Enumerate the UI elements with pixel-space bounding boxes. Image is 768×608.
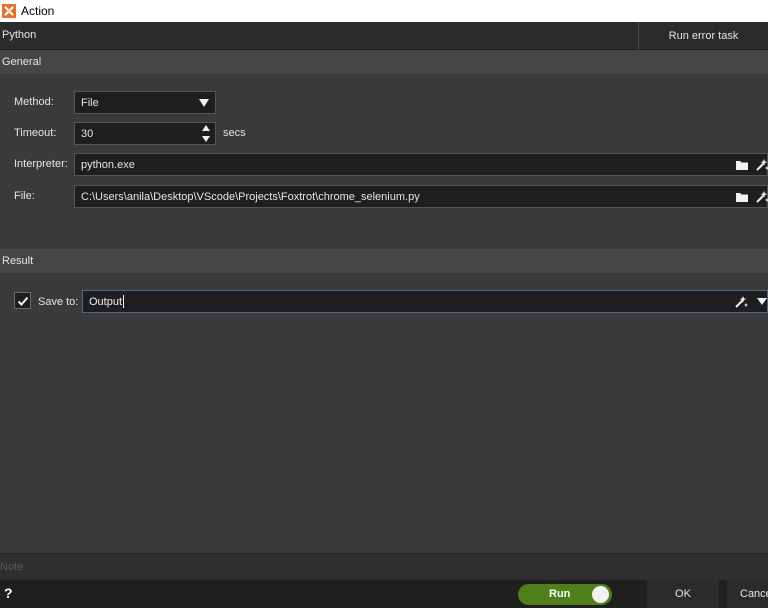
general-section-header[interactable]: General xyxy=(0,50,768,74)
run-label: Run xyxy=(549,588,571,600)
save-to-checkbox[interactable] xyxy=(14,292,31,309)
timeout-value: 30 xyxy=(81,127,94,140)
magic-wand-icon[interactable] xyxy=(734,295,748,309)
file-label: File: xyxy=(14,190,35,202)
folder-icon[interactable] xyxy=(735,158,749,172)
magic-wand-icon[interactable] xyxy=(755,158,768,172)
method-label: Method: xyxy=(14,96,54,108)
save-to-input[interactable]: Output xyxy=(82,290,768,313)
action-name: Python xyxy=(2,29,37,41)
note-input[interactable]: Note xyxy=(0,553,768,580)
method-value: File xyxy=(81,96,99,109)
window-title: Action xyxy=(21,4,55,18)
file-path-value: C:\Users\anila\Desktop\VScode\Projects\F… xyxy=(81,190,420,203)
interpreter-label: Interpreter: xyxy=(14,158,68,170)
timeout-label: Timeout: xyxy=(14,127,57,139)
help-button[interactable]: ? xyxy=(4,585,13,601)
general-section-label: General xyxy=(2,56,42,68)
increment-arrow-icon[interactable] xyxy=(202,125,210,131)
run-toggle-button[interactable]: Run xyxy=(518,584,612,605)
footer-bar: ? Run OK Cancel xyxy=(0,580,768,608)
timeout-stepper[interactable]: 30 xyxy=(74,122,216,145)
note-placeholder: Note xyxy=(0,561,24,573)
ok-button[interactable]: OK xyxy=(647,580,719,608)
toggle-knob xyxy=(592,586,609,603)
checkmark-icon xyxy=(17,296,28,306)
action-header: Python Run error task xyxy=(0,22,768,50)
file-path-input[interactable]: C:\Users\anila\Desktop\VScode\Projects\F… xyxy=(74,185,768,208)
result-section-header[interactable]: Result xyxy=(0,249,768,273)
title-bar: Action xyxy=(0,0,768,22)
method-select[interactable]: File xyxy=(74,91,216,114)
run-error-task-button[interactable]: Run error task xyxy=(638,22,768,50)
save-to-label: Save to: xyxy=(38,296,79,308)
interpreter-value: python.exe xyxy=(81,158,135,171)
timeout-unit: secs xyxy=(223,127,246,139)
text-caret xyxy=(123,295,125,308)
magic-wand-icon[interactable] xyxy=(755,190,768,204)
chevron-down-icon[interactable] xyxy=(756,295,768,309)
folder-icon[interactable] xyxy=(735,190,749,204)
cancel-button[interactable]: Cancel xyxy=(727,580,768,608)
save-to-value: Output xyxy=(89,295,123,308)
decrement-arrow-icon[interactable] xyxy=(202,136,210,142)
interpreter-input[interactable]: python.exe xyxy=(74,153,768,176)
x-icon xyxy=(2,4,16,18)
chevron-down-icon xyxy=(199,99,209,107)
result-section-label: Result xyxy=(2,255,34,267)
